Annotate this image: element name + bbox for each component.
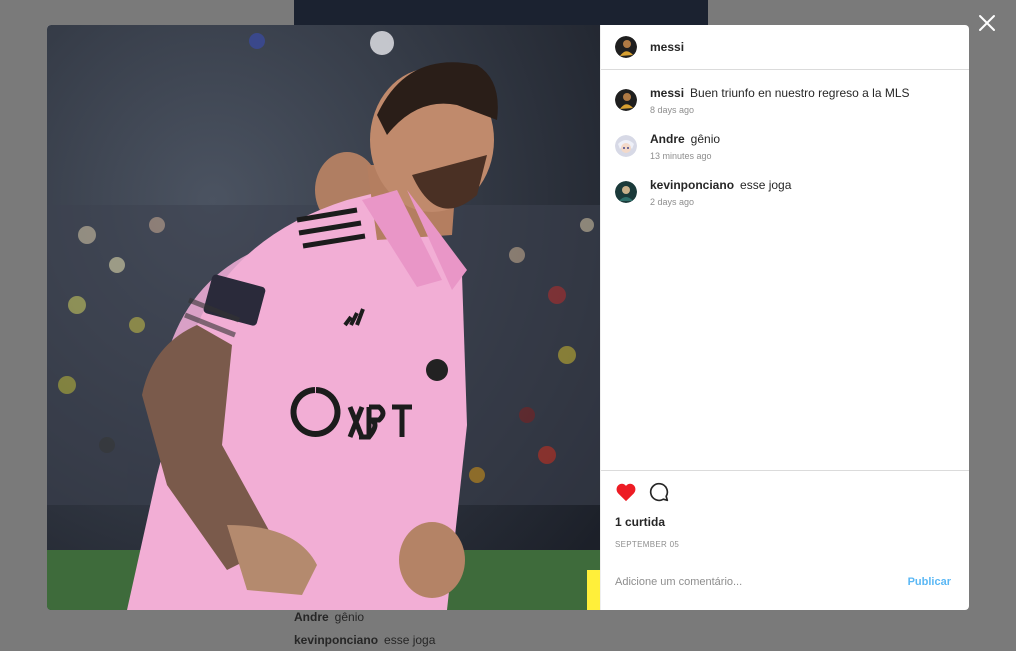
- comment-timestamp: 2 days ago: [650, 197, 695, 207]
- background-comment-user: Andre: [294, 610, 329, 624]
- background-comment-user: kevinponciano: [294, 633, 379, 647]
- comment-timestamp: 8 days ago: [650, 105, 695, 115]
- background-post-image: [294, 0, 708, 25]
- comment-timestamp: 13 minutes ago: [650, 151, 712, 161]
- avatar[interactable]: [615, 135, 637, 157]
- comment-username[interactable]: messi: [650, 86, 684, 100]
- comment-item: Andre gênio 13 minutes ago: [615, 132, 955, 164]
- comment-username[interactable]: kevinponciano: [650, 178, 734, 192]
- post-date: SEPTEMBER 05: [615, 540, 680, 549]
- comment-bubble-icon: [649, 482, 669, 502]
- post-modal: messi messi Buen triunfo en nuestro regre…: [47, 25, 969, 610]
- post-header: messi: [601, 25, 969, 70]
- publish-button[interactable]: Publicar: [908, 576, 951, 588]
- close-button[interactable]: [976, 12, 998, 34]
- avatar[interactable]: [615, 181, 637, 203]
- comments-list: messi Buen triunfo en nuestro regreso a l…: [601, 70, 969, 470]
- heart-icon: [616, 483, 636, 502]
- background-comment: kevinponciano esse joga: [294, 633, 435, 647]
- post-actions: 1 curtida SEPTEMBER 05: [601, 470, 969, 554]
- close-icon: [979, 15, 995, 31]
- background-comment-text: gênio: [334, 610, 365, 624]
- avatar-image: [615, 36, 637, 58]
- comment-input[interactable]: [615, 576, 908, 588]
- background-comment-text: esse joga: [384, 633, 436, 647]
- post-photo: [47, 25, 600, 610]
- post-side-panel: messi messi Buen triunfo en nuestro regre…: [600, 25, 969, 610]
- comment-item: messi Buen triunfo en nuestro regreso a l…: [615, 86, 955, 118]
- comment-text: gênio: [690, 132, 721, 146]
- avatar-image: [615, 89, 637, 111]
- add-comment-bar: Publicar: [601, 554, 969, 610]
- comment-username[interactable]: Andre: [650, 132, 685, 146]
- avatar-image: [615, 181, 637, 203]
- avatar[interactable]: [615, 89, 637, 111]
- avatar[interactable]: [615, 36, 637, 58]
- comment-text: Buen triunfo en nuestro regreso a la MLS: [690, 86, 910, 100]
- likes-count[interactable]: 1 curtida: [615, 515, 955, 529]
- like-button[interactable]: [615, 482, 637, 502]
- background-comment: Andre gênio: [294, 610, 364, 624]
- comment-text: esse joga: [740, 178, 792, 192]
- post-author-username[interactable]: messi: [650, 40, 684, 54]
- player-photo-image: [47, 25, 600, 610]
- avatar-image: [615, 135, 637, 157]
- comment-item: kevinponciano esse joga 2 days ago: [615, 178, 955, 210]
- comment-button[interactable]: [649, 482, 669, 502]
